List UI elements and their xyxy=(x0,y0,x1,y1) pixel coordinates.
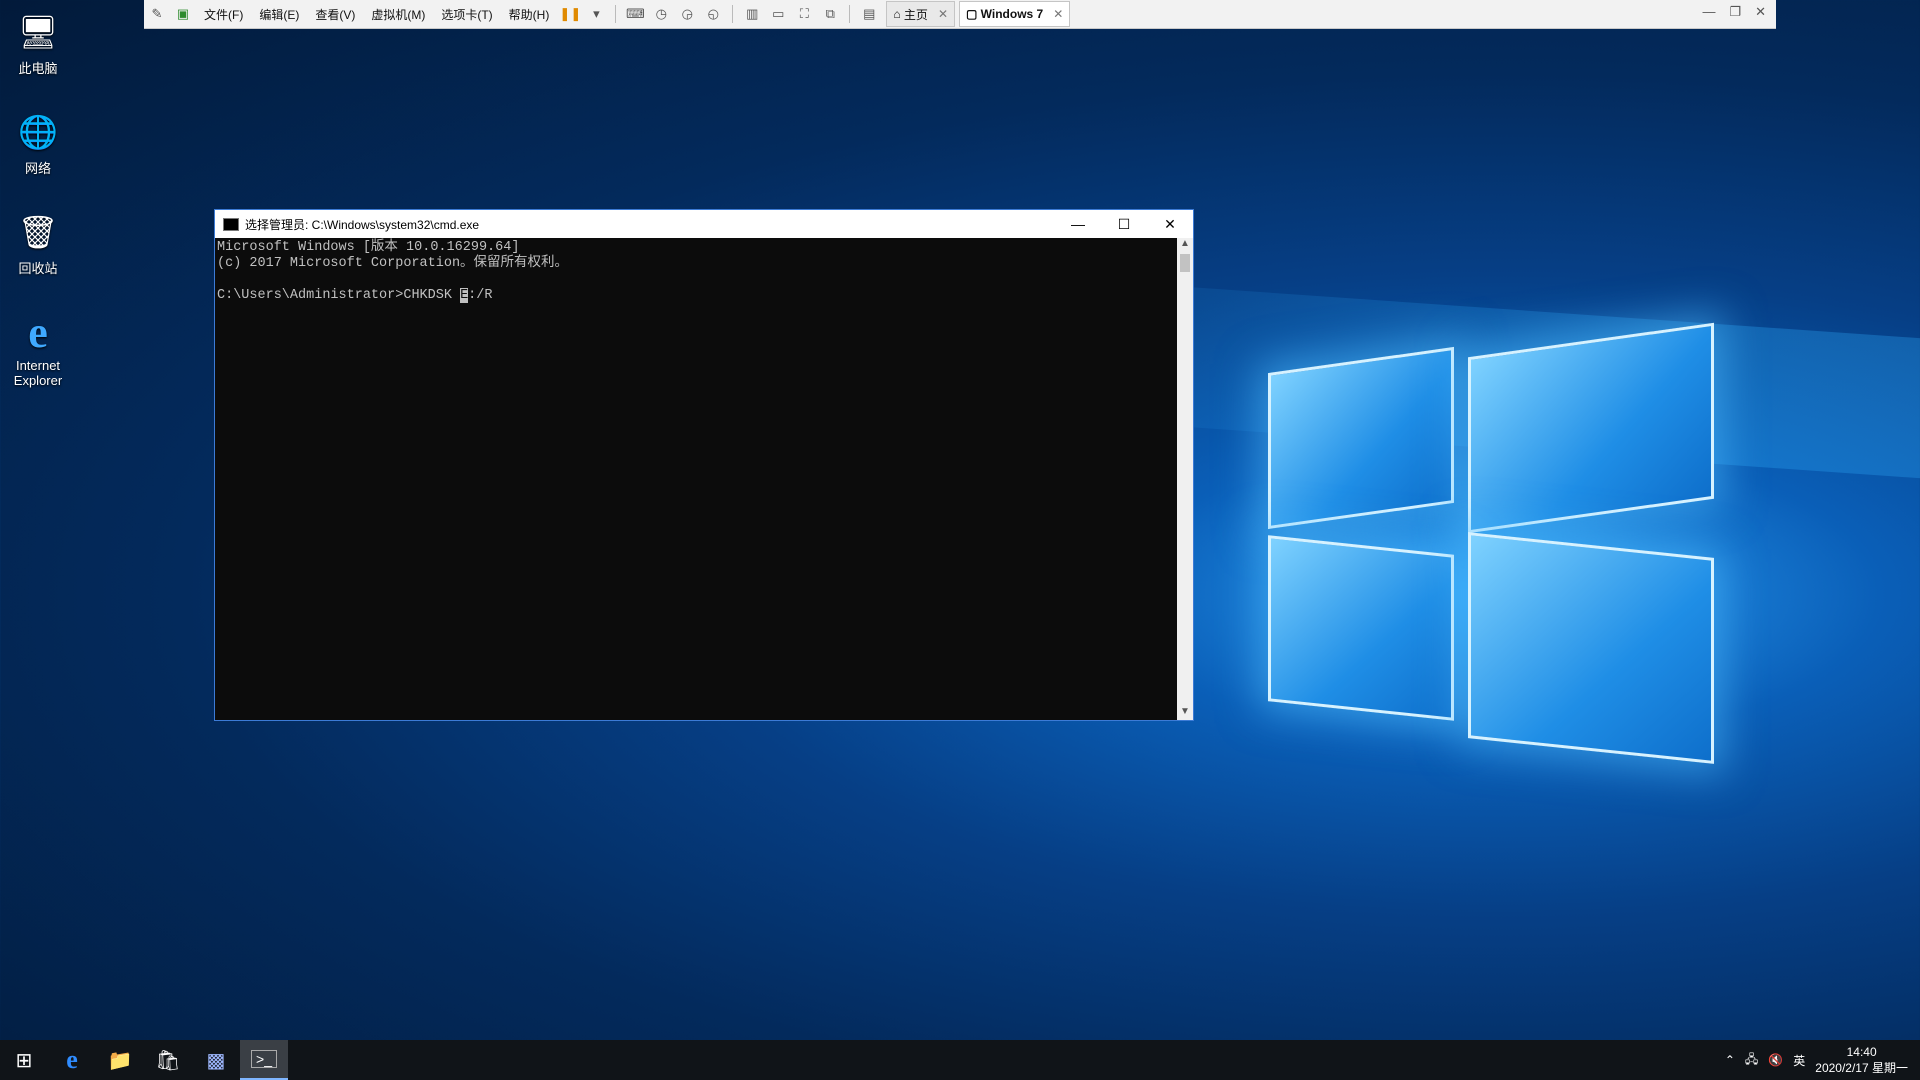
pause-icon[interactable]: ❚❚ xyxy=(559,3,581,25)
minimize-icon[interactable]: — xyxy=(1702,4,1715,20)
network-icon: 🌐 xyxy=(18,114,58,150)
toolbar-divider xyxy=(615,5,617,23)
console-prompt: C:\Users\Administrator> xyxy=(217,288,404,303)
snapshot-icon[interactable]: ◷ xyxy=(650,3,672,25)
thumbnail-bar-icon[interactable]: ▭ xyxy=(767,3,789,25)
vm-icon: ▢ xyxy=(966,7,981,21)
cmd-icon xyxy=(223,217,239,231)
vmware-window-controls: — ❐ ✕ xyxy=(1702,4,1766,20)
pin-icon[interactable]: ✎ xyxy=(146,3,168,25)
send-keys-icon[interactable]: ⌨ xyxy=(624,3,646,25)
logo-pane xyxy=(1468,532,1714,764)
desktop-icon-network[interactable]: 🌐 网络 xyxy=(0,110,76,177)
cmd-icon: >_ xyxy=(251,1050,277,1068)
desktop-icon-recycle-bin[interactable]: 🗑 回收站 xyxy=(0,210,76,277)
ime-indicator[interactable]: 英 xyxy=(1793,1052,1805,1069)
minimize-button[interactable]: — xyxy=(1055,210,1101,238)
recycle-bin-icon: 🗑 xyxy=(17,214,59,250)
ie-icon: e xyxy=(28,307,48,357)
console-selection: E xyxy=(460,288,469,303)
cmd-title: 选择管理员: C:\Windows\system32\cmd.exe xyxy=(245,217,480,232)
toolbar-divider xyxy=(732,5,734,23)
clock[interactable]: 14:40 2020/2/17 星期一 xyxy=(1815,1044,1908,1076)
tab-home-label: 主页 xyxy=(903,7,928,22)
maximize-button[interactable]: ☐ xyxy=(1101,210,1147,238)
scroll-down-icon[interactable]: ▼ xyxy=(1177,706,1193,720)
taskbar-cmd[interactable]: >_ xyxy=(240,1040,288,1080)
console-line: Microsoft Windows [版本 10.0.16299.64] xyxy=(217,240,520,255)
desktop-icon-label: Internet Explorer xyxy=(13,358,63,388)
fullscreen-icon[interactable]: ⛶ xyxy=(793,3,815,25)
file-explorer-icon: 📁 xyxy=(107,1049,133,1072)
scroll-up-icon[interactable]: ▲ xyxy=(1177,238,1193,252)
start-icon: ⊞ xyxy=(15,1049,33,1072)
logo-pane xyxy=(1268,535,1454,721)
tab-home[interactable]: ⌂ 主页 ✕ xyxy=(886,1,955,27)
menu-view[interactable]: 查看(V) xyxy=(307,6,363,23)
system-tray: ⌃ 🖧 🔇 英 14:40 2020/2/17 星期一 xyxy=(1725,1040,1908,1080)
snapshot-restore-icon[interactable]: ◶ xyxy=(676,3,698,25)
desktop-icon-this-pc[interactable]: 🖥 此电脑 xyxy=(0,10,76,77)
library-icon[interactable]: ▤ xyxy=(858,3,880,25)
close-button[interactable]: ✕ xyxy=(1147,210,1193,238)
console-command-rest: :/R xyxy=(468,288,493,303)
unity-icon[interactable]: ⧉ xyxy=(819,3,841,25)
menu-tabs[interactable]: 选项卡(T) xyxy=(433,6,500,23)
vmware-icon: ▩ xyxy=(206,1049,226,1072)
edge-icon: e xyxy=(66,1045,78,1074)
chevron-down-icon[interactable]: ▾ xyxy=(585,3,607,25)
clock-date: 2020/2/17 星期一 xyxy=(1815,1061,1908,1075)
menu-help[interactable]: 帮助(H) xyxy=(501,6,558,23)
logo-pane xyxy=(1268,346,1454,530)
toolbar-divider xyxy=(849,5,851,23)
console-command: CHKDSK xyxy=(403,288,461,303)
network-status-icon[interactable]: 🖧 xyxy=(1745,1050,1758,1071)
restore-icon[interactable]: ❐ xyxy=(1729,4,1741,20)
logo-pane xyxy=(1468,322,1714,534)
desktop-icon-internet-explorer[interactable]: e Internet Explorer xyxy=(0,307,76,389)
cmd-scrollbar[interactable]: ▲ ▼ xyxy=(1177,238,1193,720)
wallpaper-windows-logo xyxy=(920,268,1920,800)
close-icon[interactable]: ✕ xyxy=(1755,4,1766,20)
vmware-toolbar: ✎ ▣ 文件(F) 编辑(E) 查看(V) 虚拟机(M) 选项卡(T) 帮助(H… xyxy=(144,0,1776,29)
desktop-icon-label: 回收站 xyxy=(18,261,58,276)
taskbar: ⊞ e 📁 🛍 ▩ >_ ⌃ 🖧 🔇 英 14:40 2020/2/17 星期一 xyxy=(0,1040,1920,1080)
vmware-logo-icon[interactable]: ▣ xyxy=(172,3,194,25)
sidebar-toggle-icon[interactable]: ▥ xyxy=(741,3,763,25)
tab-windows7[interactable]: ▢ Windows 7 ✕ xyxy=(959,1,1071,27)
menu-vm[interactable]: 虚拟机(M) xyxy=(363,6,433,23)
close-icon[interactable]: ✕ xyxy=(938,7,948,21)
taskbar-file-explorer[interactable]: 📁 xyxy=(96,1040,144,1080)
start-button[interactable]: ⊞ xyxy=(0,1040,48,1080)
clock-time: 14:40 xyxy=(1846,1045,1877,1059)
store-icon: 🛍 xyxy=(155,1049,181,1072)
menu-file[interactable]: 文件(F) xyxy=(196,6,251,23)
snapshot-manager-icon[interactable]: ◵ xyxy=(702,3,724,25)
console-line: (c) 2017 Microsoft Corporation。保留所有权利。 xyxy=(217,256,569,271)
cmd-title-bar[interactable]: 选择管理员: C:\Windows\system32\cmd.exe — ☐ ✕ xyxy=(215,210,1193,238)
desktop-icon-label: 网络 xyxy=(24,161,51,176)
volume-muted-icon[interactable]: 🔇 xyxy=(1768,1053,1783,1067)
taskbar-store[interactable]: 🛍 xyxy=(144,1040,192,1080)
cmd-window[interactable]: 选择管理员: C:\Windows\system32\cmd.exe — ☐ ✕… xyxy=(214,209,1194,721)
close-icon[interactable]: ✕ xyxy=(1053,7,1063,21)
chevron-up-icon[interactable]: ⌃ xyxy=(1725,1053,1735,1067)
taskbar-vmware[interactable]: ▩ xyxy=(192,1040,240,1080)
computer-icon: 🖥 xyxy=(17,14,59,50)
tab-windows7-label: Windows 7 xyxy=(980,7,1044,21)
scroll-thumb[interactable] xyxy=(1180,254,1190,272)
home-icon: ⌂ xyxy=(893,7,904,21)
desktop-icon-label: 此电脑 xyxy=(18,61,58,76)
cmd-console[interactable]: Microsoft Windows [版本 10.0.16299.64] (c)… xyxy=(215,238,1177,720)
menu-edit[interactable]: 编辑(E) xyxy=(251,6,307,23)
taskbar-edge[interactable]: e xyxy=(48,1040,96,1080)
cmd-window-controls: — ☐ ✕ xyxy=(1055,210,1193,238)
